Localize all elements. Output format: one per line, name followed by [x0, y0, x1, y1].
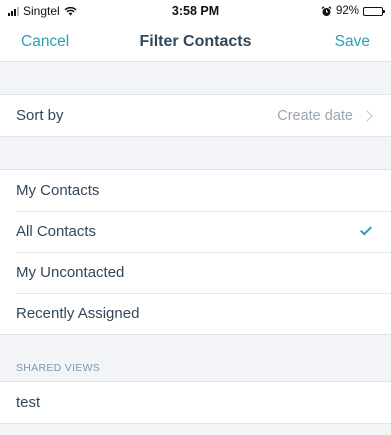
sort-by-value: Create date: [277, 107, 353, 124]
wifi-icon: [64, 6, 77, 16]
checkmark-icon: [359, 223, 373, 236]
view-label: Recently Assigned: [16, 305, 140, 322]
status-bar: Singtel 3:58 PM 92%: [0, 0, 391, 22]
view-label: My Contacts: [16, 182, 100, 199]
sort-group: Sort by Create date: [0, 94, 391, 137]
chevron-right-icon: [361, 109, 373, 122]
nav-bar: Cancel Filter Contacts Save: [0, 22, 391, 62]
carrier-label: Singtel: [23, 4, 60, 18]
view-label: My Uncontacted: [16, 264, 125, 281]
sort-by-label: Sort by: [16, 107, 64, 124]
save-button[interactable]: Save: [335, 33, 370, 51]
shared-views-group: test: [0, 381, 391, 424]
view-row-all-contacts[interactable]: All Contacts: [0, 211, 391, 252]
shared-view-label: test: [16, 394, 41, 411]
section-spacer: [0, 137, 391, 169]
battery-percent: 92%: [335, 5, 359, 17]
signal-icon: [8, 6, 19, 16]
view-row-my-contacts[interactable]: My Contacts: [0, 170, 391, 211]
battery-icon: [363, 6, 385, 16]
view-row-recently-assigned[interactable]: Recently Assigned: [0, 293, 391, 334]
view-row-my-uncontacted[interactable]: My Uncontacted: [0, 252, 391, 293]
sort-by-row[interactable]: Sort by Create date: [0, 95, 391, 136]
view-label: All Contacts: [16, 223, 97, 240]
shared-view-row[interactable]: test: [0, 382, 391, 423]
cancel-button[interactable]: Cancel: [21, 33, 69, 51]
status-left: Singtel: [8, 4, 77, 18]
alarm-icon: [321, 5, 332, 16]
views-group: My Contacts All Contacts My Uncontacted …: [0, 169, 391, 335]
status-right: 92%: [321, 5, 385, 17]
sort-by-value-wrap: Create date: [277, 108, 375, 124]
shared-views-header: SHARED VIEWS: [16, 362, 101, 374]
section-spacer: [0, 62, 391, 94]
